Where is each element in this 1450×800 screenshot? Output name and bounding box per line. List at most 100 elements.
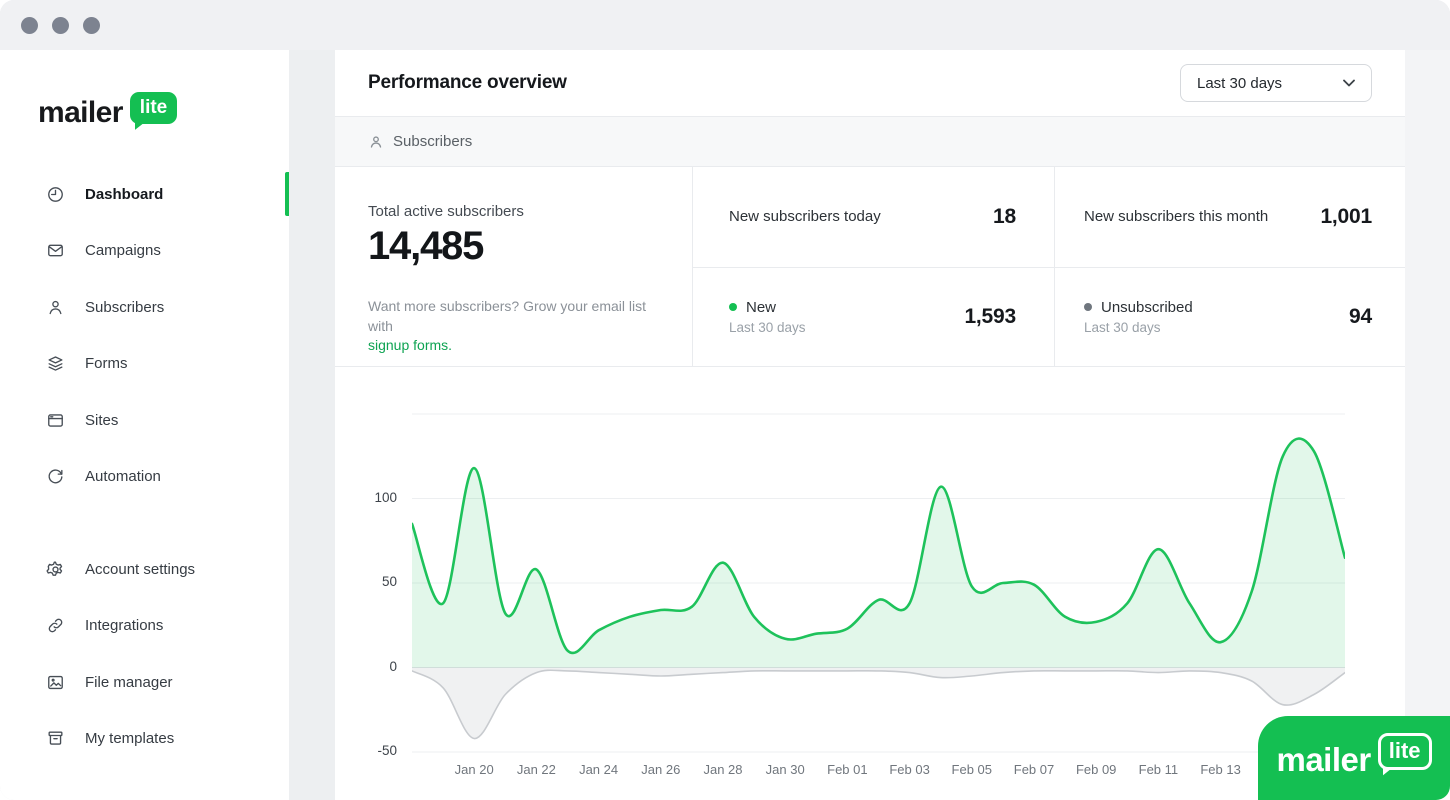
tab-subscribers[interactable]: Subscribers bbox=[368, 133, 472, 150]
browser-icon bbox=[46, 411, 65, 430]
new-subscribers-today-card: New subscribers today 18 bbox=[693, 167, 1054, 267]
logo-wordmark: mailer bbox=[38, 96, 123, 130]
sidebar-item-account-settings[interactable]: Account settings bbox=[0, 541, 289, 598]
clock-icon bbox=[46, 185, 65, 204]
unsubscribed-30days-card: Unsubscribed Last 30 days 94 bbox=[1055, 267, 1405, 367]
x-axis-tick-feb-07: Feb 07 bbox=[1003, 762, 1065, 777]
refresh-icon bbox=[46, 467, 65, 486]
sidebar-item-subscribers[interactable]: Subscribers bbox=[0, 279, 289, 336]
unsubscribed-value: 94 bbox=[1349, 305, 1372, 329]
sidebar: mailer lite Dashboard Campaigns Subscriber… bbox=[0, 50, 289, 800]
x-axis-tick-feb-01: Feb 01 bbox=[816, 762, 878, 777]
sidebar-item-automation[interactable]: Automation bbox=[0, 449, 289, 506]
x-axis-tick-feb-09: Feb 09 bbox=[1065, 762, 1127, 777]
logo-lite-bubble: lite bbox=[130, 92, 177, 124]
sidebar-item-dashboard[interactable]: Dashboard bbox=[0, 166, 289, 223]
app-window: mailer lite Dashboard Campaigns Subscriber… bbox=[0, 0, 1450, 800]
sidebar-item-label: Integrations bbox=[85, 617, 163, 634]
active-item-indicator bbox=[285, 172, 289, 216]
sidebar-item-label: Automation bbox=[85, 468, 161, 485]
archive-icon bbox=[46, 729, 65, 748]
window-dot-1[interactable] bbox=[21, 17, 38, 34]
y-axis-tick-0: 0 bbox=[347, 659, 397, 674]
new-subscribers-month-card: New subscribers this month 1,001 bbox=[1055, 167, 1405, 267]
promo-text: Want more subscribers? Grow your email l… bbox=[368, 298, 646, 334]
grow-list-promo: Want more subscribers? Grow your email l… bbox=[368, 297, 668, 356]
x-axis-tick-jan-26: Jan 26 bbox=[630, 762, 692, 777]
date-range-value: Last 30 days bbox=[1197, 75, 1282, 92]
sidebar-nav-secondary: Account settings Integrations File manager… bbox=[0, 541, 289, 767]
signup-forms-link[interactable]: signup forms. bbox=[368, 337, 452, 353]
unsubscribed-sublabel: Last 30 days bbox=[1084, 320, 1193, 335]
sidebar-item-label: File manager bbox=[85, 674, 173, 691]
y-axis-tick-50: 50 bbox=[347, 574, 397, 589]
new-today-value: 18 bbox=[993, 205, 1016, 229]
sidebar-item-integrations[interactable]: Integrations bbox=[0, 598, 289, 655]
new-today-label: New subscribers today bbox=[729, 208, 881, 225]
total-subscribers-card: Total active subscribers 14,485 Want mor… bbox=[335, 167, 692, 366]
sidebar-item-label: Account settings bbox=[85, 561, 195, 578]
page-header: Performance overview Last 30 days bbox=[335, 50, 1405, 117]
sidebar-item-label: Forms bbox=[85, 355, 128, 372]
window-dot-2[interactable] bbox=[52, 17, 69, 34]
y-axis-tick-100: 100 bbox=[347, 490, 397, 505]
link-icon bbox=[46, 616, 65, 635]
right-margin-strip bbox=[1405, 50, 1450, 800]
sidebar-item-my-templates[interactable]: My templates bbox=[0, 711, 289, 768]
new-month-label: New subscribers this month bbox=[1084, 208, 1268, 225]
window-chrome bbox=[0, 0, 1450, 50]
x-axis-tick-jan-28: Jan 28 bbox=[692, 762, 754, 777]
mailerlite-logo[interactable]: mailer lite bbox=[0, 92, 289, 132]
x-axis-tick-jan-30: Jan 30 bbox=[754, 762, 816, 777]
badge-lite-bubble: lite bbox=[1378, 733, 1432, 770]
chevron-down-icon bbox=[1343, 79, 1355, 87]
x-axis-tick-jan-22: Jan 22 bbox=[505, 762, 567, 777]
mailerlite-corner-badge: mailer lite bbox=[1258, 716, 1450, 800]
person-icon bbox=[46, 298, 65, 317]
person-icon bbox=[368, 134, 384, 150]
x-axis-tick-jan-24: Jan 24 bbox=[568, 762, 630, 777]
x-axis-tick-jan-20: Jan 20 bbox=[443, 762, 505, 777]
sidebar-item-forms[interactable]: Forms bbox=[0, 336, 289, 393]
total-subscribers-value: 14,485 bbox=[368, 223, 672, 269]
chart-plot-area[interactable] bbox=[412, 407, 1345, 767]
layers-icon bbox=[46, 354, 65, 373]
new-30days-card: New Last 30 days 1,593 bbox=[693, 267, 1054, 367]
new-30days-sublabel: Last 30 days bbox=[729, 320, 806, 335]
x-axis-tick-feb-05: Feb 05 bbox=[941, 762, 1003, 777]
main-content: Performance overview Last 30 days Subscr… bbox=[335, 50, 1405, 800]
envelope-icon bbox=[46, 241, 65, 260]
sidebar-item-label: Sites bbox=[85, 412, 118, 429]
sidebar-item-sites[interactable]: Sites bbox=[0, 392, 289, 449]
new-series-area bbox=[412, 439, 1345, 668]
subscribers-area-chart: 100 50 0 -50 Jan 20Jan 22Jan 24Jan 26Jan 28J… bbox=[335, 367, 1405, 800]
sidebar-item-label: Campaigns bbox=[85, 242, 161, 259]
page-title: Performance overview bbox=[368, 72, 567, 94]
sidebar-item-label: Subscribers bbox=[85, 299, 164, 316]
sidebar-item-campaigns[interactable]: Campaigns bbox=[0, 223, 289, 280]
new-dot bbox=[729, 303, 737, 311]
stats-summary: Total active subscribers 14,485 Want mor… bbox=[335, 167, 1405, 367]
tab-subscribers-label: Subscribers bbox=[393, 133, 472, 150]
unsubscribed-series-area bbox=[412, 668, 1345, 739]
unsubscribed-series-line bbox=[412, 670, 1345, 738]
new-month-value: 1,001 bbox=[1320, 205, 1372, 229]
date-range-select[interactable]: Last 30 days bbox=[1180, 64, 1372, 102]
sidebar-item-file-manager[interactable]: File manager bbox=[0, 654, 289, 711]
sidebar-nav-primary: Dashboard Campaigns Subscribers Forms Sites A… bbox=[0, 166, 289, 505]
unsubscribed-dot bbox=[1084, 303, 1092, 311]
window-dot-3[interactable] bbox=[83, 17, 100, 34]
unsubscribed-label: Unsubscribed bbox=[1101, 299, 1193, 316]
gear-icon bbox=[46, 560, 65, 579]
y-axis-tick--50: -50 bbox=[347, 743, 397, 758]
new-30days-value: 1,593 bbox=[964, 305, 1016, 329]
sidebar-main-gap bbox=[289, 50, 335, 800]
sidebar-item-label: My templates bbox=[85, 730, 174, 747]
x-axis-tick-feb-13: Feb 13 bbox=[1190, 762, 1252, 777]
badge-wordmark: mailer bbox=[1276, 741, 1370, 779]
image-icon bbox=[46, 673, 65, 692]
new-30days-label: New bbox=[746, 299, 776, 316]
x-axis-tick-feb-11: Feb 11 bbox=[1127, 762, 1189, 777]
report-tabs: Subscribers bbox=[335, 117, 1405, 167]
total-subscribers-label: Total active subscribers bbox=[368, 203, 672, 220]
